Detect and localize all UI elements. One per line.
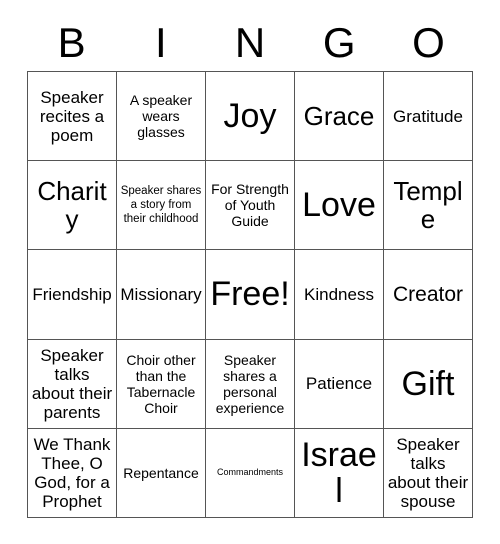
bingo-cell-label: Gift xyxy=(401,364,455,403)
bingo-cell[interactable]: Friendship xyxy=(28,250,117,340)
bingo-cell-label: Charity xyxy=(37,176,107,235)
bingo-header: B I N G O xyxy=(27,14,473,71)
bingo-cell[interactable]: Choir other than the Tabernacle Choir xyxy=(117,339,206,429)
bingo-cell[interactable]: Joy xyxy=(206,72,295,162)
bingo-cell[interactable]: Speaker shares a personal experience xyxy=(206,339,295,429)
bingo-cell[interactable]: Grace xyxy=(295,72,384,162)
bingo-cell-label: Grace xyxy=(303,101,375,132)
bingo-header-letter-g: G xyxy=(322,18,356,66)
bingo-cell-label: Speaker talks about their spouse xyxy=(387,434,469,511)
bingo-grid: Speaker recites a poem A speaker wears g… xyxy=(27,71,473,518)
bingo-cell-label: Speaker recites a poem xyxy=(39,87,105,145)
bingo-cell[interactable]: Kindness xyxy=(295,250,384,340)
bingo-cell-label: Speaker shares a story from their childh… xyxy=(120,185,202,226)
bingo-cell-label: Free! xyxy=(210,275,290,314)
bingo-cell-label: Choir other than the Tabernacle Choir xyxy=(126,351,196,416)
bingo-card: B I N G O Speaker recites a poem A speak… xyxy=(0,0,500,544)
bingo-cell-label: A speaker wears glasses xyxy=(129,92,193,141)
bingo-cell-label: Creator xyxy=(392,282,464,306)
bingo-header-letter-b: B xyxy=(57,18,86,66)
bingo-cell[interactable]: Patience xyxy=(295,339,384,429)
bingo-cell[interactable]: Creator xyxy=(384,250,473,340)
bingo-cell-label: Israel xyxy=(301,435,377,510)
bingo-cell-label: Missionary xyxy=(120,284,202,304)
bingo-cell[interactable]: For Strength of Youth Guide xyxy=(206,161,295,251)
bingo-cell-label: Speaker talks about their parents xyxy=(31,345,113,422)
bingo-cell[interactable]: Speaker shares a story from their childh… xyxy=(117,161,206,251)
bingo-header-letter-n: N xyxy=(234,18,266,66)
bingo-cell-label: Patience xyxy=(305,374,373,394)
bingo-header-letter-o: O xyxy=(412,18,445,66)
bingo-cell[interactable]: Gratitude xyxy=(384,72,473,162)
bingo-cell[interactable]: Commandments xyxy=(206,428,295,518)
bingo-cell-label: Speaker shares a personal experience xyxy=(215,351,285,416)
bingo-cell-label: Gratitude xyxy=(393,106,463,126)
bingo-cell-label: Love xyxy=(302,186,376,225)
bingo-cell[interactable]: Speaker talks about their spouse xyxy=(384,428,473,518)
bingo-cell-label: Joy xyxy=(223,97,277,136)
bingo-cell[interactable]: Love xyxy=(295,161,384,251)
bingo-cell[interactable]: Speaker recites a poem xyxy=(28,72,117,162)
bingo-cell-label: Kindness xyxy=(304,284,374,304)
bingo-cell[interactable]: Speaker talks about their parents xyxy=(28,339,117,429)
bingo-cell[interactable]: Missionary xyxy=(117,250,206,340)
bingo-cell[interactable]: Gift xyxy=(384,339,473,429)
bingo-cell[interactable]: A speaker wears glasses xyxy=(117,72,206,162)
bingo-cell-label: We Thank Thee, O God, for a Prophet xyxy=(33,434,111,511)
bingo-cell-label: Temple xyxy=(393,176,463,235)
bingo-cell-label: For Strength of Youth Guide xyxy=(211,181,289,230)
bingo-cell-label: Commandments xyxy=(216,467,284,478)
bingo-cell[interactable]: Temple xyxy=(384,161,473,251)
bingo-header-letter-i: I xyxy=(154,18,167,66)
bingo-cell[interactable]: Israel xyxy=(295,428,384,518)
bingo-cell-label: Friendship xyxy=(32,284,112,304)
bingo-cell[interactable]: Repentance xyxy=(117,428,206,518)
bingo-cell[interactable]: Charity xyxy=(28,161,117,251)
bingo-cell-label: Repentance xyxy=(123,464,199,481)
bingo-cell-free[interactable]: Free! xyxy=(206,250,295,340)
bingo-cell[interactable]: We Thank Thee, O God, for a Prophet xyxy=(28,428,117,518)
